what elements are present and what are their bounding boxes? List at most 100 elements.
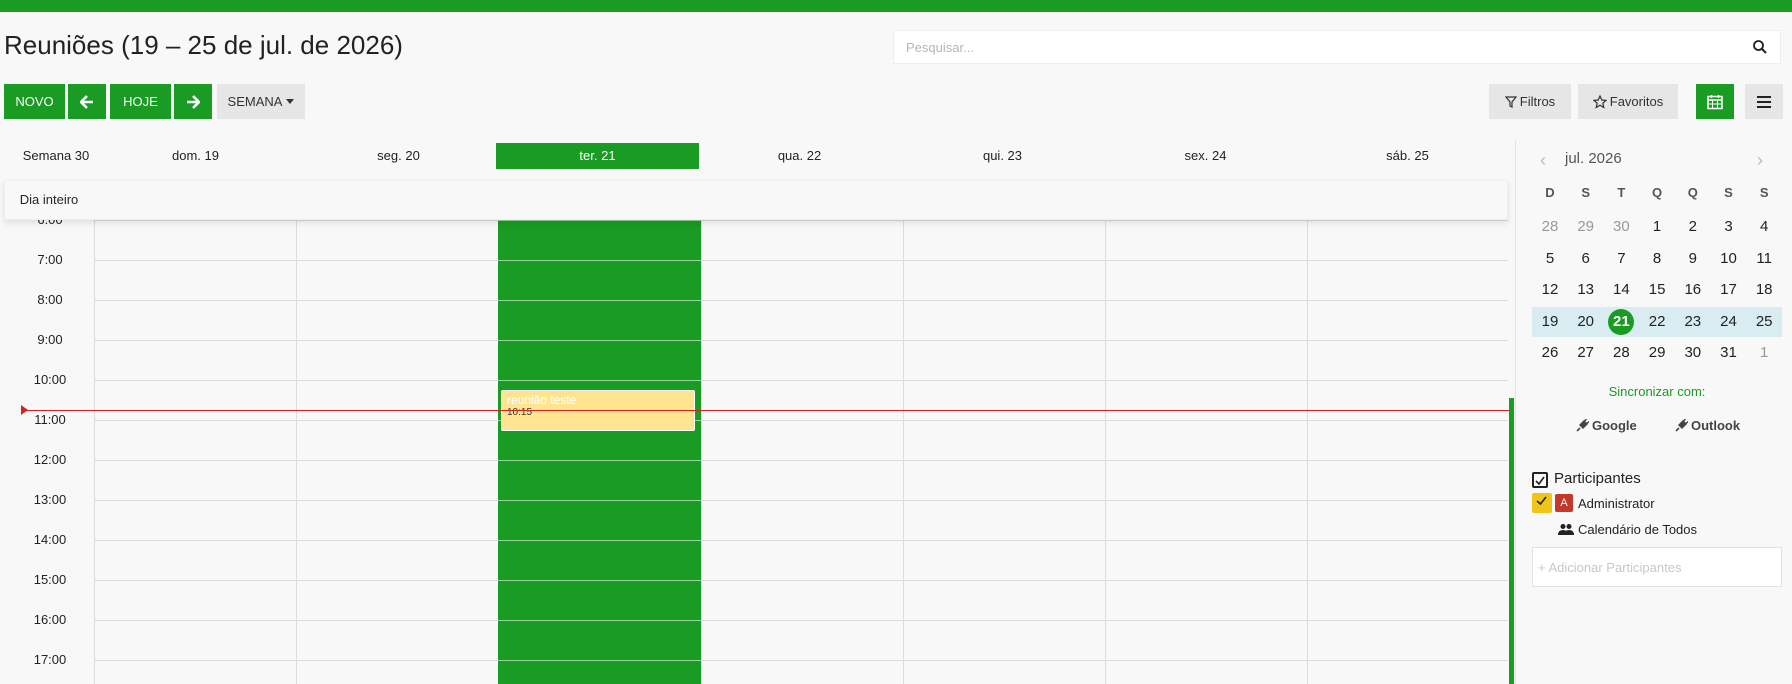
mini-calendar-day-number: 3 — [1724, 218, 1733, 235]
attendees-toggle-checkbox[interactable] — [1532, 472, 1548, 488]
mini-calendar-day-number: 17 — [1720, 281, 1737, 298]
star-icon — [1592, 94, 1607, 109]
favorites-label: Favoritos — [1609, 94, 1664, 109]
mini-calendar-day[interactable]: 13 — [1568, 275, 1604, 305]
day-header-sat[interactable]: sáb. 25 — [1306, 143, 1509, 169]
mini-calendar-day[interactable]: 9 — [1675, 244, 1711, 274]
today-hour-gridline — [498, 500, 701, 501]
mini-calendar-prev-icon[interactable]: ‹ — [1540, 150, 1546, 171]
hour-gridline — [94, 580, 1508, 581]
favorites-button[interactable]: Favoritos — [1578, 84, 1678, 119]
mini-calendar-day[interactable]: 31 — [1711, 338, 1747, 368]
day-header-thu[interactable]: qui. 23 — [901, 143, 1104, 169]
mini-calendar-day[interactable]: 24 — [1711, 307, 1747, 337]
mini-calendar-day[interactable]: 27 — [1568, 338, 1604, 368]
next-button[interactable] — [174, 84, 212, 119]
mini-calendar-day[interactable]: 6 — [1568, 244, 1604, 274]
check-icon — [1535, 476, 1545, 486]
calendar-view-button[interactable] — [1696, 84, 1734, 119]
mini-calendar-day[interactable]: 28 — [1603, 338, 1639, 368]
list-view-button[interactable] — [1745, 84, 1783, 119]
today-column[interactable] — [498, 180, 701, 684]
today-hour-gridline — [498, 460, 701, 461]
attendees-title: Participantes — [1554, 470, 1641, 487]
mini-calendar-day[interactable]: 29 — [1639, 338, 1675, 368]
mini-calendar-day[interactable]: 2 — [1675, 212, 1711, 242]
day-header-wed[interactable]: qua. 22 — [698, 143, 901, 169]
mini-calendar-day[interactable]: 29 — [1568, 212, 1604, 242]
mini-calendar-day-number: 5 — [1545, 249, 1555, 267]
mini-calendar-day[interactable]: 15 — [1639, 275, 1675, 305]
filters-button[interactable]: Filtros — [1489, 84, 1571, 119]
mini-calendar-day[interactable]: 18 — [1746, 275, 1782, 305]
check-icon — [1536, 496, 1547, 506]
mini-calendar-day[interactable]: 5 — [1532, 244, 1568, 274]
mini-calendar-day[interactable]: 11 — [1746, 244, 1782, 274]
mini-calendar-weekday: Q — [1652, 185, 1663, 200]
mini-calendar-weekday: Q — [1687, 185, 1698, 200]
mini-calendar-day-number: 1 — [1760, 344, 1769, 361]
add-attendees-input[interactable] — [1533, 548, 1781, 586]
day-header-tue-today[interactable]: ter. 21 — [496, 143, 699, 169]
hour-gridline — [94, 380, 1508, 381]
new-button[interactable]: NOVO — [4, 84, 65, 119]
mini-calendar-day[interactable]: 19 — [1532, 307, 1568, 337]
administrator-checkbox[interactable] — [1532, 493, 1552, 513]
today-hour-gridline — [498, 660, 701, 661]
attendee-administrator[interactable]: Administrator — [1578, 496, 1655, 511]
mini-calendar-day[interactable]: 8 — [1639, 244, 1675, 274]
mini-calendar-day-number: 7 — [1617, 249, 1626, 267]
mini-calendar-day-number: 10 — [1720, 249, 1737, 267]
mini-calendar-day-number: 27 — [1577, 344, 1595, 361]
mini-calendar-day-number: 24 — [1720, 312, 1737, 330]
mini-calendar-today[interactable]: 21 — [1603, 307, 1639, 337]
mini-calendar-day[interactable]: 3 — [1711, 212, 1747, 242]
day-header-fri[interactable]: sex. 24 — [1104, 143, 1307, 169]
hour-label: 17:00 — [33, 652, 67, 667]
day-divider — [701, 180, 702, 684]
mini-calendar-day[interactable]: 7 — [1603, 244, 1639, 274]
search-icon[interactable] — [1752, 39, 1768, 55]
search-box[interactable] — [893, 30, 1781, 64]
plug-icon — [1675, 419, 1688, 432]
mini-calendar-day[interactable]: 20 — [1568, 307, 1604, 337]
today-hour-gridline — [498, 340, 701, 341]
all-day-row[interactable] — [4, 180, 1508, 220]
day-header-sun[interactable]: dom. 19 — [94, 143, 297, 169]
mini-calendar-day[interactable]: 14 — [1603, 275, 1639, 305]
mini-calendar-day[interactable]: 1 — [1639, 212, 1675, 242]
google-sync-button[interactable]: Google — [1576, 418, 1637, 433]
mini-calendar-day[interactable]: 12 — [1532, 275, 1568, 305]
hour-label: 16:00 — [33, 612, 67, 627]
outlook-sync-button[interactable]: Outlook — [1675, 418, 1740, 433]
mini-calendar-day[interactable]: 23 — [1675, 307, 1711, 337]
mini-calendar-day[interactable]: 1 — [1746, 338, 1782, 368]
mini-calendar-day[interactable]: 17 — [1711, 275, 1747, 305]
mini-calendar-day[interactable]: 22 — [1639, 307, 1675, 337]
day-header-mon[interactable]: seg. 20 — [297, 143, 500, 169]
mini-calendar-day[interactable]: 30 — [1675, 338, 1711, 368]
scrollbar[interactable] — [1509, 398, 1514, 684]
search-input[interactable] — [894, 31, 1714, 63]
list-icon — [1757, 95, 1771, 108]
mini-calendar-day-number: 1 — [1652, 218, 1662, 235]
add-attendees-box[interactable] — [1532, 547, 1782, 587]
avatar: A — [1555, 494, 1573, 512]
mini-calendar-day[interactable]: 28 — [1532, 212, 1568, 242]
everybody-calendar-item[interactable]: Calendário de Todos — [1578, 522, 1697, 537]
mini-calendar-day[interactable]: 16 — [1675, 275, 1711, 305]
mini-calendar-day-number: 12 — [1541, 281, 1559, 298]
view-scale-dropdown[interactable]: SEMANA — [217, 84, 305, 119]
mini-calendar-day[interactable]: 25 — [1746, 307, 1782, 337]
event-title: reunião teste — [507, 393, 577, 407]
previous-button[interactable] — [68, 84, 106, 119]
mini-calendar-next-icon[interactable]: › — [1757, 150, 1763, 171]
hour-label: 9:00 — [37, 332, 63, 347]
mini-calendar-week: 26 27 28 29 30 31 1 — [1532, 338, 1782, 368]
mini-calendar-day[interactable]: 10 — [1711, 244, 1747, 274]
mini-calendar-day[interactable]: 30 — [1603, 212, 1639, 242]
mini-calendar-day[interactable]: 26 — [1532, 338, 1568, 368]
today-button[interactable]: HOJE — [110, 84, 171, 119]
mini-calendar-day-number: 28 — [1541, 218, 1559, 235]
mini-calendar-day[interactable]: 4 — [1746, 212, 1782, 242]
